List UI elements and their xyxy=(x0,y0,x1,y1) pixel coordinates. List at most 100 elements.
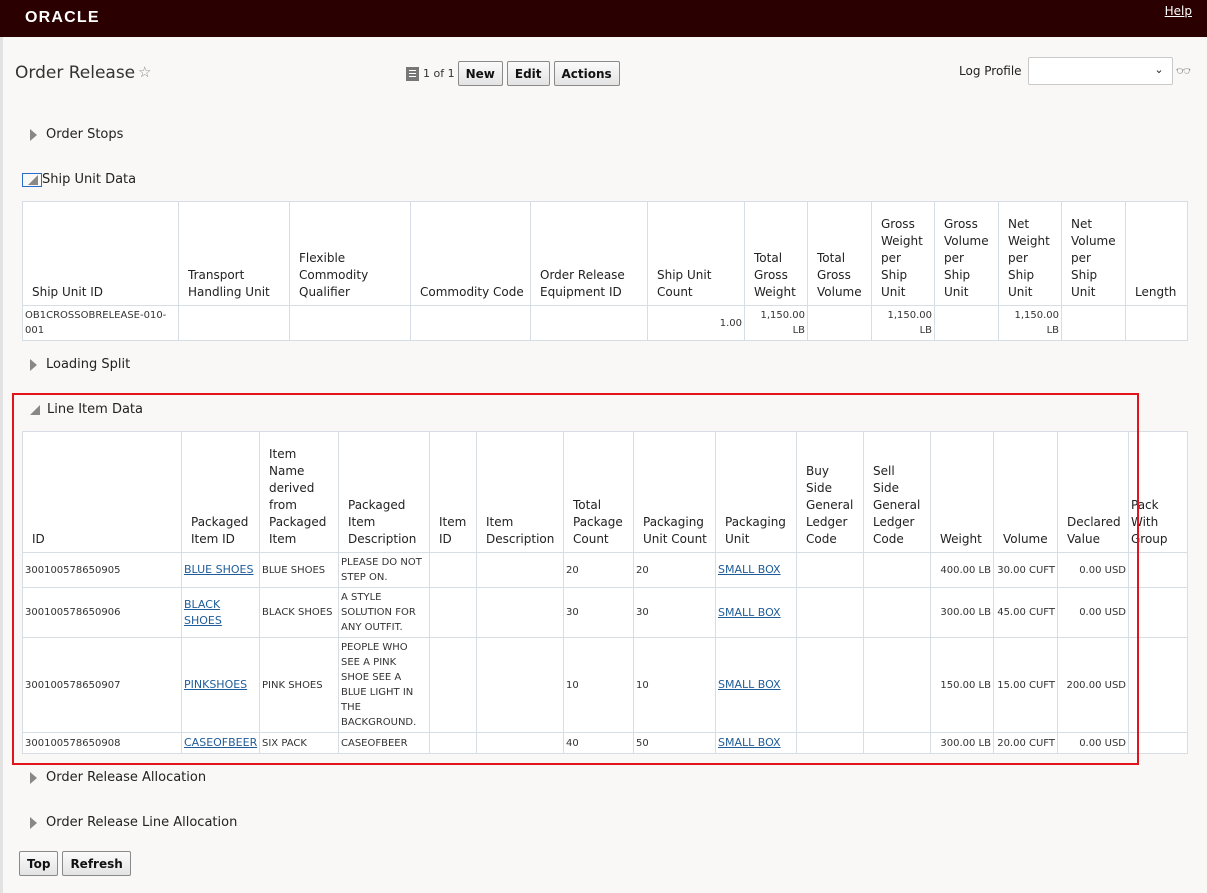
cell-packaging-unit: SMALL BOX xyxy=(715,552,797,588)
column-header[interactable]: Transport Handling Unit xyxy=(178,201,290,306)
top-bar: ORACLE Help xyxy=(0,0,1207,37)
section-ship-unit-data[interactable]: Ship Unit Data xyxy=(22,172,136,187)
help-link[interactable]: Help xyxy=(1165,4,1192,18)
column-header[interactable]: Buy Side General Ledger Code xyxy=(796,431,864,553)
column-header[interactable]: Pack With Group xyxy=(1128,431,1188,553)
cell-volume: 30.00 CUFT xyxy=(993,552,1058,588)
column-header[interactable]: Item ID xyxy=(429,431,477,553)
column-header[interactable]: Gross Volume per Ship Unit xyxy=(934,201,999,306)
column-header[interactable]: Sell Side General Ledger Code xyxy=(863,431,931,553)
collapse-triangle-icon xyxy=(28,174,38,185)
cell-pack-with-group xyxy=(1128,732,1188,754)
favorite-star-icon[interactable]: ☆ xyxy=(138,63,151,81)
cell xyxy=(178,305,290,341)
log-profile-select[interactable]: ⌄ xyxy=(1027,57,1173,85)
cell-item-description xyxy=(476,587,564,638)
packaged-item-link[interactable]: BLACK SHOES xyxy=(184,598,222,627)
packaging-unit-link[interactable]: SMALL BOX xyxy=(718,736,781,749)
cell-packaging-unit-count: 30 xyxy=(633,587,716,638)
cell-sell-side-gl-code xyxy=(863,732,931,754)
column-header[interactable]: Item Description xyxy=(476,431,564,553)
section-order-stops[interactable]: Order Stops xyxy=(30,127,123,142)
column-header[interactable]: Volume xyxy=(993,431,1058,553)
cell-volume: 15.00 CUFT xyxy=(993,637,1058,733)
cell-pack-with-group xyxy=(1128,637,1188,733)
cell-packaged-item-id: PINKSHOES xyxy=(181,637,260,733)
cell-item-id xyxy=(429,552,477,588)
actions-button[interactable]: Actions xyxy=(553,61,620,86)
column-header[interactable]: Total Package Count xyxy=(563,431,634,553)
column-header[interactable]: Packaged Item Description xyxy=(338,431,430,553)
cell-buy-side-gl-code xyxy=(796,552,864,588)
cell-packaging-unit-count: 10 xyxy=(633,637,716,733)
top-button[interactable]: Top xyxy=(19,851,59,876)
column-header[interactable]: Declared Value xyxy=(1057,431,1129,553)
glasses-icon[interactable]: 👓︎ xyxy=(1176,64,1191,78)
section-title: Order Stops xyxy=(46,127,124,142)
packaged-item-link[interactable]: BLUE SHOES xyxy=(184,563,253,576)
packaging-unit-link[interactable]: SMALL BOX xyxy=(718,606,781,619)
cell xyxy=(1061,305,1126,341)
cell xyxy=(934,305,999,341)
column-header[interactable]: Weight xyxy=(930,431,994,553)
column-header[interactable]: Gross Weight per Ship Unit xyxy=(871,201,935,306)
column-header[interactable]: Net Weight per Ship Unit xyxy=(998,201,1062,306)
packaged-item-link[interactable]: CASEOFBEER xyxy=(184,736,257,749)
cell-weight: 300.00 LB xyxy=(930,732,994,754)
cell-declared-value: 0.00 USD xyxy=(1057,587,1129,638)
list-icon[interactable] xyxy=(406,66,419,81)
cell-packaged-item-id: BLUE SHOES xyxy=(181,552,260,588)
table-row: 300100578650905 BLUE SHOES BLUE SHOES PL… xyxy=(22,552,1188,588)
cell-weight: 300.00 LB xyxy=(930,587,994,638)
column-header[interactable]: ID xyxy=(22,431,182,553)
cell-sell-side-gl-code xyxy=(863,587,931,638)
cell-item-name: SIX PACK xyxy=(259,732,339,754)
column-header[interactable]: Commodity Code xyxy=(410,201,531,306)
section-order-release-allocation[interactable]: Order Release Allocation xyxy=(30,770,206,785)
column-header[interactable]: Item Name derived from Packaged Item xyxy=(259,431,339,553)
cell-packaging-unit-count: 50 xyxy=(633,732,716,754)
cell-buy-side-gl-code xyxy=(796,637,864,733)
cell-item-description xyxy=(476,552,564,588)
ship-unit-table: Ship Unit ID Transport Handling Unit Fle… xyxy=(22,201,1188,341)
column-header[interactable]: Packaging Unit xyxy=(715,431,797,553)
column-header[interactable]: Net Volume per Ship Unit xyxy=(1061,201,1126,306)
column-header[interactable]: Total Gross Weight xyxy=(744,201,808,306)
new-button[interactable]: New xyxy=(457,61,503,86)
table-row: 300100578650906 BLACK SHOES BLACK SHOES … xyxy=(22,587,1188,638)
edit-button[interactable]: Edit xyxy=(506,61,550,86)
cell-packaged-item-description: CASEOFBEER xyxy=(338,732,430,754)
column-header[interactable]: Length xyxy=(1125,201,1188,306)
section-order-release-line-allocation[interactable]: Order Release Line Allocation xyxy=(30,815,237,830)
expand-triangle-icon xyxy=(30,771,37,784)
column-header[interactable]: Total Gross Volume xyxy=(807,201,872,306)
section-loading-split[interactable]: Loading Split xyxy=(30,357,130,372)
table-header-row: Ship Unit ID Transport Handling Unit Fle… xyxy=(22,201,1188,306)
section-title: Order Release Line Allocation xyxy=(46,815,238,830)
cell-id: 300100578650908 xyxy=(22,732,182,754)
cell-buy-side-gl-code xyxy=(796,732,864,754)
cell xyxy=(289,305,411,341)
cell-id: 300100578650907 xyxy=(22,637,182,733)
column-header[interactable]: Packaging Unit Count xyxy=(633,431,716,553)
column-header[interactable]: Packaged Item ID xyxy=(181,431,260,553)
cell-net-weight-per-ship-unit: 1,150.00 LB xyxy=(998,305,1062,341)
expand-triangle-icon xyxy=(30,816,37,829)
packaged-item-link[interactable]: PINKSHOES xyxy=(184,678,247,691)
column-header[interactable]: Ship Unit ID xyxy=(22,201,179,306)
record-navigation: 1 of 1 New Edit Actions xyxy=(406,61,624,86)
cell-packaged-item-id: CASEOFBEER xyxy=(181,732,260,754)
refresh-button[interactable]: Refresh xyxy=(62,851,131,876)
cell-item-id xyxy=(429,587,477,638)
packaging-unit-link[interactable]: SMALL BOX xyxy=(718,678,781,691)
column-header[interactable]: Ship Unit Count xyxy=(647,201,745,306)
section-line-item-data[interactable]: Line Item Data xyxy=(30,402,143,417)
cell-packaged-item-description: PEOPLE WHO SEE A PINK SHOE SEE A BLUE LI… xyxy=(338,637,430,733)
column-header[interactable]: Order Release Equipment ID xyxy=(530,201,648,306)
column-header[interactable]: Flexible Commodity Qualifier xyxy=(289,201,411,306)
cell-item-description xyxy=(476,637,564,733)
cell-pack-with-group xyxy=(1128,552,1188,588)
section-title: Loading Split xyxy=(46,357,131,372)
cell xyxy=(1125,305,1188,341)
packaging-unit-link[interactable]: SMALL BOX xyxy=(718,563,781,576)
